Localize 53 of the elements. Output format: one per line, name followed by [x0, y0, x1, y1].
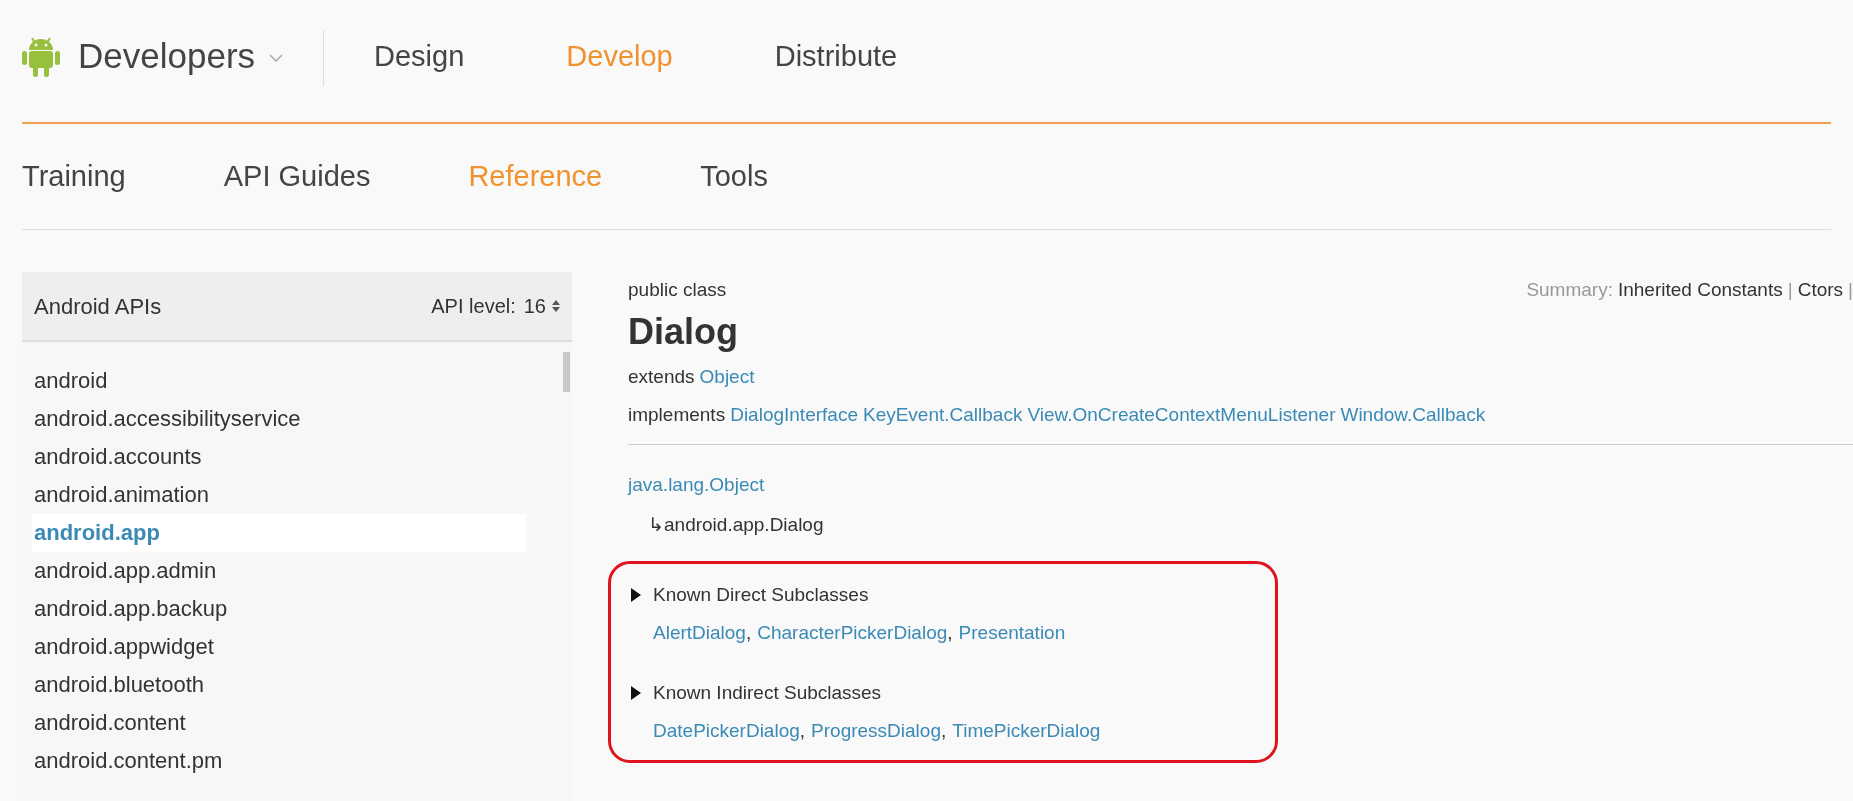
package-item[interactable]: android.app.admin	[32, 552, 526, 590]
api-level-label: API level:	[431, 294, 516, 319]
interface-link[interactable]: View.OnCreateContextMenuListener	[1027, 396, 1336, 434]
class-title: Dialog	[628, 310, 739, 354]
top-nav-tab[interactable]: Design	[374, 34, 465, 78]
subclass-group-title[interactable]: Known Direct Subclasses	[653, 576, 869, 614]
comma: ,	[799, 719, 806, 743]
sub-nav-tab[interactable]: API Guides	[223, 154, 371, 199]
expand-triangle-icon[interactable]	[631, 686, 641, 700]
package-item[interactable]: android.content	[32, 704, 526, 742]
scrollbar-thumb[interactable]	[563, 352, 570, 392]
package-item[interactable]: android.app	[32, 514, 526, 552]
package-item[interactable]: android.accessibilityservice	[32, 400, 526, 438]
implements-label: implements	[628, 403, 726, 427]
inheritance-arrow: ↳	[648, 513, 664, 537]
summary-link[interactable]: Ctors	[1797, 272, 1844, 308]
sub-nav-tab[interactable]: Training	[22, 154, 126, 199]
brand-name[interactable]: Developers	[78, 34, 256, 78]
superclass-link[interactable]: Object	[699, 358, 755, 396]
hierarchy-link[interactable]: java.lang.Object	[628, 465, 765, 505]
hierarchy-class: android.app.Dialog	[664, 513, 824, 537]
sub-nav-tab[interactable]: Tools	[700, 154, 768, 199]
comma: ,	[745, 621, 752, 645]
class-modifier: public class	[628, 278, 727, 302]
sidebar-title: Android APIs	[34, 292, 162, 321]
subclass-link[interactable]: DatePickerDialog	[653, 712, 800, 750]
subclass-group-title[interactable]: Known Indirect Subclasses	[653, 674, 882, 712]
package-item[interactable]: android.app.backup	[32, 590, 526, 628]
interface-link[interactable]: KeyEvent.Callback	[862, 396, 1023, 434]
package-item[interactable]: android.accounts	[32, 438, 526, 476]
package-item[interactable]: android	[32, 362, 526, 400]
package-item[interactable]: android.appwidget	[32, 628, 526, 666]
subclass-link[interactable]: ProgressDialog	[811, 712, 941, 750]
subclass-link[interactable]: Presentation	[958, 614, 1066, 652]
package-item[interactable]: android.animation	[32, 476, 526, 514]
interface-link[interactable]: Window.Callback	[1340, 396, 1486, 434]
sort-arrows-icon	[552, 300, 560, 312]
package-item[interactable]: android.bluetooth	[32, 666, 526, 704]
subclass-link[interactable]: CharacterPickerDialog	[757, 614, 948, 652]
comma: ,	[941, 719, 947, 743]
summary-link[interactable]: Inherited Constants	[1617, 272, 1783, 308]
summary-separator: |	[1787, 278, 1793, 302]
package-item[interactable]: android.content.pm	[32, 742, 526, 780]
subclass-link[interactable]: TimePickerDialog	[952, 712, 1101, 750]
summary-label: Summary:	[1526, 278, 1613, 302]
comma: ,	[947, 621, 953, 645]
api-level-select[interactable]: 16	[523, 291, 560, 321]
subclass-link[interactable]: AlertDialog	[653, 614, 746, 652]
summary-separator: |	[1848, 278, 1853, 302]
extends-label: extends	[628, 365, 695, 389]
interface-link[interactable]: DialogInterface	[730, 396, 858, 434]
expand-triangle-icon[interactable]	[631, 588, 641, 602]
top-nav-tab[interactable]: Distribute	[774, 34, 898, 78]
